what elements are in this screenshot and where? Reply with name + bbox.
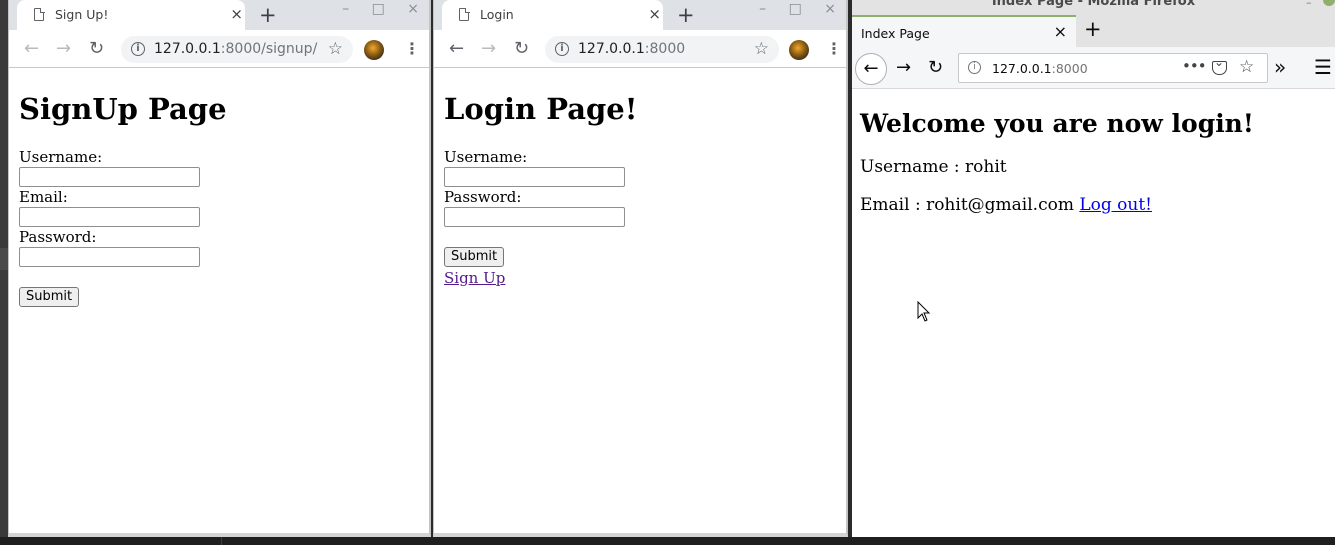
desktop-edge-mark bbox=[0, 248, 8, 270]
submit-button[interactable]: Submit bbox=[444, 247, 505, 267]
page-icon bbox=[459, 7, 470, 21]
password-field[interactable] bbox=[444, 207, 625, 227]
url-text: 127.0.0.1:8000/signup/ bbox=[154, 41, 318, 57]
back-button[interactable]: ← bbox=[449, 38, 464, 59]
info-icon[interactable]: i bbox=[968, 61, 981, 74]
email-text: Email : rohit@gmail.com bbox=[860, 195, 1074, 215]
close-window-button[interactable]: × bbox=[824, 1, 836, 17]
submit-button[interactable]: Submit bbox=[19, 287, 80, 307]
logout-link[interactable]: Log out! bbox=[1079, 195, 1152, 215]
tab-strip: Login × + – □ × bbox=[434, 0, 846, 30]
signup-page: SignUp Page Username: Email: Password: S… bbox=[9, 69, 429, 533]
close-tab-icon[interactable]: × bbox=[1054, 22, 1067, 41]
desktop-edge bbox=[0, 0, 8, 545]
page-title: SignUp Page bbox=[19, 92, 227, 126]
login-browser-window: Login × + – □ × ← → ↻ i 127.0.0.1:8000 ☆… bbox=[433, 0, 848, 537]
browser-toolbar: ← → ↻ i 127.0.0.1:8000 ☆ ⋮ bbox=[434, 30, 846, 68]
tab-strip: Sign Up! × + – □ × bbox=[9, 0, 429, 30]
info-icon[interactable]: i bbox=[555, 42, 569, 56]
tab-title: Index Page bbox=[861, 26, 930, 41]
email-label: Email: bbox=[19, 188, 68, 206]
maximize-button[interactable]: □ bbox=[789, 1, 802, 17]
back-button[interactable]: ← bbox=[855, 53, 887, 85]
menu-kebab-icon[interactable]: ⋮ bbox=[404, 39, 420, 58]
back-button[interactable]: ← bbox=[24, 38, 39, 59]
forward-button[interactable]: → bbox=[896, 57, 911, 78]
signup-link[interactable]: Sign Up bbox=[444, 269, 836, 287]
close-tab-icon[interactable]: × bbox=[648, 5, 661, 23]
page-actions-icon[interactable]: ••• bbox=[1182, 57, 1207, 75]
tab-login[interactable]: Login × bbox=[442, 0, 663, 30]
username-line: Username : rohit bbox=[860, 157, 1007, 177]
minimize-button[interactable]: – bbox=[342, 1, 349, 17]
forward-button[interactable]: → bbox=[56, 38, 71, 59]
bookmark-star-icon[interactable]: ☆ bbox=[1239, 57, 1254, 77]
email-field[interactable] bbox=[19, 207, 200, 227]
address-bar[interactable]: i 127.0.0.1:8000/signup/ ☆ bbox=[121, 36, 353, 63]
tab-strip: Index Page × + bbox=[852, 14, 1335, 47]
tab-title: Sign Up! bbox=[55, 7, 109, 22]
maximize-button[interactable]: □ bbox=[372, 1, 385, 17]
pocket-icon[interactable] bbox=[1212, 55, 1227, 75]
bookmark-star-icon[interactable]: ☆ bbox=[328, 39, 343, 59]
hamburger-menu-icon[interactable]: ☰ bbox=[1314, 55, 1332, 79]
password-field[interactable] bbox=[19, 247, 200, 267]
username-label: Username: bbox=[19, 148, 103, 166]
username-field[interactable] bbox=[19, 167, 200, 187]
address-bar[interactable]: i 127.0.0.1:8000 ☆ bbox=[545, 36, 779, 63]
profile-avatar[interactable] bbox=[364, 40, 384, 60]
login-page: Login Page! Username: Password: Submit S… bbox=[434, 69, 846, 533]
tab-signup[interactable]: Sign Up! × bbox=[17, 0, 245, 30]
firefox-window: Index Page - Mozilla Firefox – Index Pag… bbox=[852, 0, 1335, 537]
info-icon[interactable]: i bbox=[131, 42, 145, 56]
overflow-chevron-icon[interactable]: » bbox=[1274, 55, 1286, 79]
minimize-button[interactable]: – bbox=[759, 1, 766, 17]
window-controls: – □ × bbox=[741, 1, 836, 17]
browser-toolbar: ← → ↻ i 127.0.0.1:8000 ••• ☆ » ☰ bbox=[852, 47, 1335, 89]
username-label: Username: bbox=[444, 148, 528, 166]
reload-button[interactable]: ↻ bbox=[928, 57, 943, 78]
minimize-button[interactable]: – bbox=[1306, 0, 1312, 9]
tab-title: Login bbox=[480, 7, 514, 22]
close-tab-icon[interactable]: × bbox=[230, 5, 243, 23]
window-controls: – bbox=[1306, 0, 1335, 9]
tab-index[interactable]: Index Page × bbox=[852, 15, 1076, 47]
profile-avatar[interactable] bbox=[789, 40, 809, 60]
signup-browser-window: Sign Up! × + – □ × ← → ↻ i 127.0.0.1:800… bbox=[8, 0, 431, 537]
url-text: 127.0.0.1:8000 bbox=[992, 61, 1088, 76]
page-title: Login Page! bbox=[444, 92, 638, 126]
page-icon bbox=[34, 7, 45, 21]
bookmark-star-icon[interactable]: ☆ bbox=[754, 39, 769, 59]
forward-button[interactable]: → bbox=[481, 38, 496, 59]
close-window-button[interactable]: × bbox=[407, 1, 419, 17]
reload-button[interactable]: ↻ bbox=[89, 38, 104, 59]
taskbar bbox=[0, 537, 1335, 545]
window-titlebar: Index Page - Mozilla Firefox – bbox=[852, 0, 1335, 14]
address-bar[interactable]: i 127.0.0.1:8000 ••• ☆ bbox=[958, 53, 1268, 83]
taskbar-divider bbox=[221, 537, 222, 545]
window-title: Index Page - Mozilla Firefox bbox=[991, 0, 1196, 9]
close-window-button[interactable] bbox=[1323, 0, 1335, 6]
password-label: Password: bbox=[444, 188, 522, 206]
username-field[interactable] bbox=[444, 167, 625, 187]
email-line: Email : rohit@gmail.com Log out! bbox=[860, 194, 1327, 216]
welcome-heading: Welcome you are now login! bbox=[860, 109, 1254, 138]
reload-button[interactable]: ↻ bbox=[514, 38, 529, 59]
url-text: 127.0.0.1:8000 bbox=[578, 41, 686, 57]
browser-toolbar: ← → ↻ i 127.0.0.1:8000/signup/ ☆ ⋮ bbox=[9, 30, 429, 68]
new-tab-button[interactable]: + bbox=[677, 3, 695, 27]
window-controls: – □ × bbox=[324, 1, 419, 17]
menu-kebab-icon[interactable]: ⋮ bbox=[826, 39, 842, 58]
password-label: Password: bbox=[19, 228, 97, 246]
new-tab-button[interactable]: + bbox=[1084, 17, 1102, 41]
new-tab-button[interactable]: + bbox=[259, 3, 277, 27]
